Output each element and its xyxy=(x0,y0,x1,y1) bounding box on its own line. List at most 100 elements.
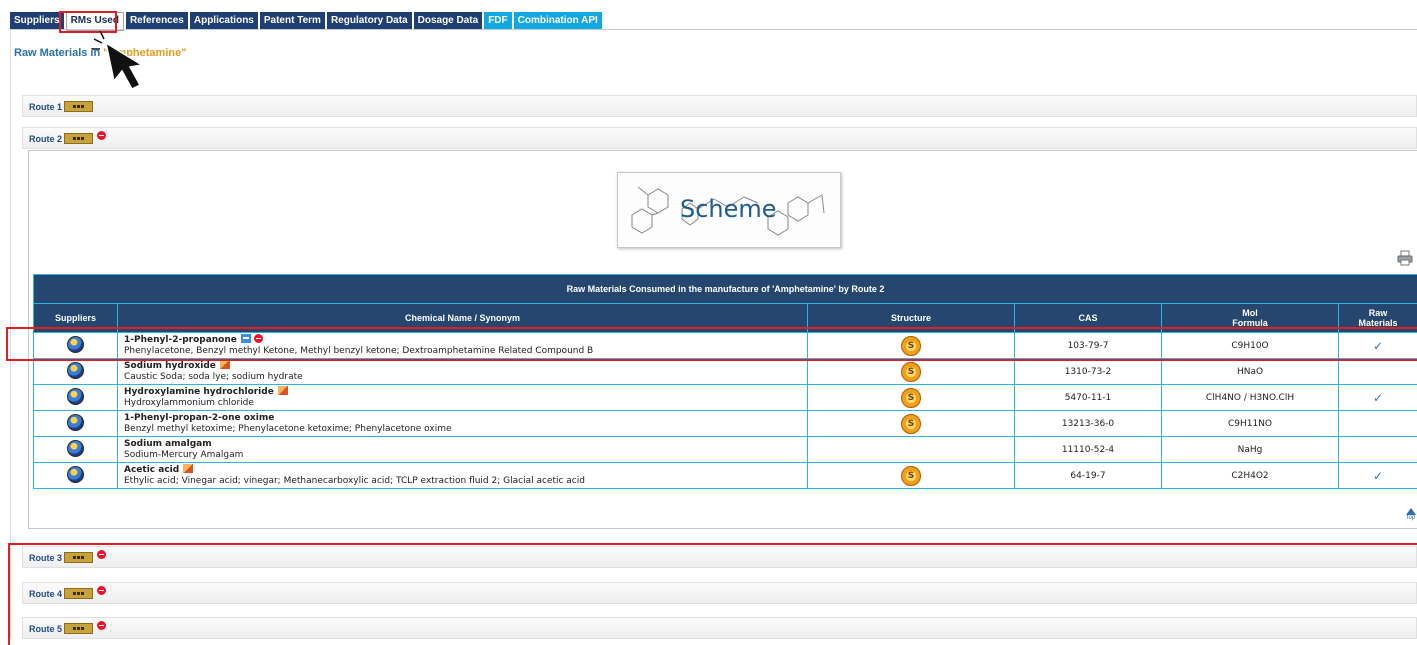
chemical-name-cell: 1-Phenyl-2-propanone Phenylacetone, Benz… xyxy=(118,333,808,359)
tab-references[interactable]: References xyxy=(126,12,188,29)
chemical-synonyms: Phenylacetone, Benzyl methyl Ketone, Met… xyxy=(124,346,593,356)
route-4-scheme-thumbnail[interactable]: ▪▪▪ xyxy=(64,588,93,599)
chemical-name[interactable]: Sodium amalgam xyxy=(124,439,212,449)
route-3-label: Route 3 ▪▪▪ xyxy=(29,552,106,563)
tab-dosage-data[interactable]: Dosage Data xyxy=(414,12,483,29)
chemical-name[interactable]: Acetic acid xyxy=(124,465,179,475)
tab-fdf[interactable]: FDF xyxy=(484,12,511,29)
chemical-name-cell: 1-Phenyl-propan-2-one oxime Benzyl methy… xyxy=(118,411,808,437)
chemical-synonyms: Benzyl methyl ketoxime; Phenylacetone ke… xyxy=(124,424,452,434)
tab-patent-term[interactable]: Patent Term xyxy=(260,12,325,29)
column-header-cas: CAS xyxy=(1015,304,1162,333)
formula-cell: C9H10O xyxy=(1162,333,1339,359)
supplier-globe-icon[interactable] xyxy=(67,336,84,353)
chemical-name-cell: Sodium amalgam Sodium-Mercury Amalgam xyxy=(118,437,808,463)
chemical-name[interactable]: 1-Phenyl-2-propanone xyxy=(124,335,237,345)
raw-header-line2: Materials xyxy=(1359,318,1398,328)
route-2-bar[interactable]: Route 2 ▪▪▪ xyxy=(22,127,1417,149)
structure-icon[interactable]: S xyxy=(901,362,921,382)
back-to-top-text: top xyxy=(1407,515,1415,521)
up-arrow-icon xyxy=(1406,508,1416,515)
structure-icon[interactable]: S xyxy=(901,336,921,356)
scheme-image[interactable]: Scheme xyxy=(617,172,841,248)
column-header-structure: Structure xyxy=(808,304,1015,333)
formula-cell: C9H11NO xyxy=(1162,411,1339,437)
tab-suppliers[interactable]: Suppliers xyxy=(10,12,64,29)
table-row: 1-Phenyl-propan-2-one oxime Benzyl methy… xyxy=(34,411,1417,437)
supplier-globe-icon[interactable] xyxy=(67,440,84,457)
mol-header-line1: Mol xyxy=(1242,308,1258,318)
route-3-bar[interactable]: Route 3 ▪▪▪ xyxy=(22,546,1417,568)
cas-cell: 13213-36-0 xyxy=(1015,411,1162,437)
supplier-globe-icon[interactable] xyxy=(67,388,84,405)
supplier-globe-icon[interactable] xyxy=(67,362,84,379)
scheme-label: Scheme xyxy=(680,195,777,223)
supplier-cell xyxy=(34,385,118,411)
structure-icon[interactable]: S xyxy=(901,466,921,486)
mouse-pointer-icon xyxy=(90,31,160,91)
cas-cell: 11110-52-4 xyxy=(1015,437,1162,463)
route-1-text: Route 1 xyxy=(29,102,62,112)
structure-cell: S xyxy=(808,359,1015,385)
route-5-scheme-thumbnail[interactable]: ▪▪▪ xyxy=(64,623,93,634)
printer-icon[interactable] xyxy=(1397,250,1413,266)
table-caption: Raw Materials Consumed in the manufactur… xyxy=(34,275,1417,304)
content-left-border xyxy=(10,29,11,639)
tab-regulatory-data[interactable]: Regulatory Data xyxy=(327,12,412,29)
supplier-cell xyxy=(34,437,118,463)
route-3-text: Route 3 xyxy=(29,553,62,563)
chemical-name-cell: Sodium hydroxide Caustic Soda; soda lye;… xyxy=(118,359,808,385)
route-5-collapse-icon[interactable] xyxy=(97,621,106,630)
structure-cell xyxy=(808,437,1015,463)
supplier-cell xyxy=(34,333,118,359)
formula-cell: HNaO xyxy=(1162,359,1339,385)
cas-cell: 64-19-7 xyxy=(1015,463,1162,489)
supplier-globe-icon[interactable] xyxy=(67,466,84,483)
structure-cell: S xyxy=(808,463,1015,489)
route-5-bar[interactable]: Route 5 ▪▪▪ xyxy=(22,617,1417,639)
chemical-synonyms: Sodium-Mercury Amalgam xyxy=(124,450,243,460)
raw-material-cell xyxy=(1339,359,1417,385)
route-2-text: Route 2 xyxy=(29,134,62,144)
raw-material-cell: ✓ xyxy=(1339,333,1417,359)
tab-combination-api[interactable]: Combination API xyxy=(514,12,602,29)
structure-icon[interactable]: S xyxy=(901,414,921,434)
back-to-top-link[interactable]: top xyxy=(1405,508,1417,521)
route-1-bar[interactable]: Route 1 ▪▪▪ xyxy=(22,95,1417,117)
raw-material-cell: ✓ xyxy=(1339,385,1417,411)
structure-icon[interactable]: S xyxy=(901,388,921,408)
route-5-text: Route 5 xyxy=(29,624,62,634)
route-1-scheme-thumbnail[interactable]: ▪▪▪ xyxy=(64,101,93,112)
raw-material-cell xyxy=(1339,411,1417,437)
cas-cell: 5470-11-1 xyxy=(1015,385,1162,411)
supplier-cell xyxy=(34,359,118,385)
edit-icon[interactable] xyxy=(220,360,230,369)
chemical-name-cell: Acetic acid Ethylic acid; Vinegar acid; … xyxy=(118,463,808,489)
route-3-collapse-icon[interactable] xyxy=(97,550,106,559)
formula-cell: ClH4NO / H3NO.ClH xyxy=(1162,385,1339,411)
route-2-collapse-icon[interactable] xyxy=(97,131,106,140)
route-3-scheme-thumbnail[interactable]: ▪▪▪ xyxy=(64,552,93,563)
tab-divider xyxy=(10,29,1417,30)
remove-icon[interactable] xyxy=(254,334,263,343)
checkmark-icon: ✓ xyxy=(1373,339,1383,353)
supplier-globe-icon[interactable] xyxy=(67,414,84,431)
route-4-collapse-icon[interactable] xyxy=(97,586,106,595)
tab-applications[interactable]: Applications xyxy=(190,12,258,29)
route-2-label: Route 2 ▪▪▪ xyxy=(29,133,106,144)
raw-materials-table: Raw Materials Consumed in the manufactur… xyxy=(33,274,1417,489)
chemical-synonyms: Hydroxylammonium chloride xyxy=(124,398,254,408)
route-4-bar[interactable]: Route 4 ▪▪▪ xyxy=(22,582,1417,604)
structure-cell: S xyxy=(808,333,1015,359)
chemical-name[interactable]: Sodium hydroxide xyxy=(124,361,216,371)
route-5-label: Route 5 ▪▪▪ xyxy=(29,623,106,634)
edit-icon[interactable] xyxy=(278,386,288,395)
route-2-scheme-thumbnail[interactable]: ▪▪▪ xyxy=(64,133,93,144)
chemical-name[interactable]: 1-Phenyl-propan-2-one oxime xyxy=(124,413,274,423)
info-icon[interactable] xyxy=(241,334,251,343)
table-row: Hydroxylamine hydrochloride Hydroxylammo… xyxy=(34,385,1417,411)
edit-icon[interactable] xyxy=(183,464,193,473)
chemical-name[interactable]: Hydroxylamine hydrochloride xyxy=(124,387,274,397)
column-header-chemical-name: Chemical Name / Synonym xyxy=(118,304,808,333)
table-row: 1-Phenyl-2-propanone Phenylacetone, Benz… xyxy=(34,333,1417,359)
